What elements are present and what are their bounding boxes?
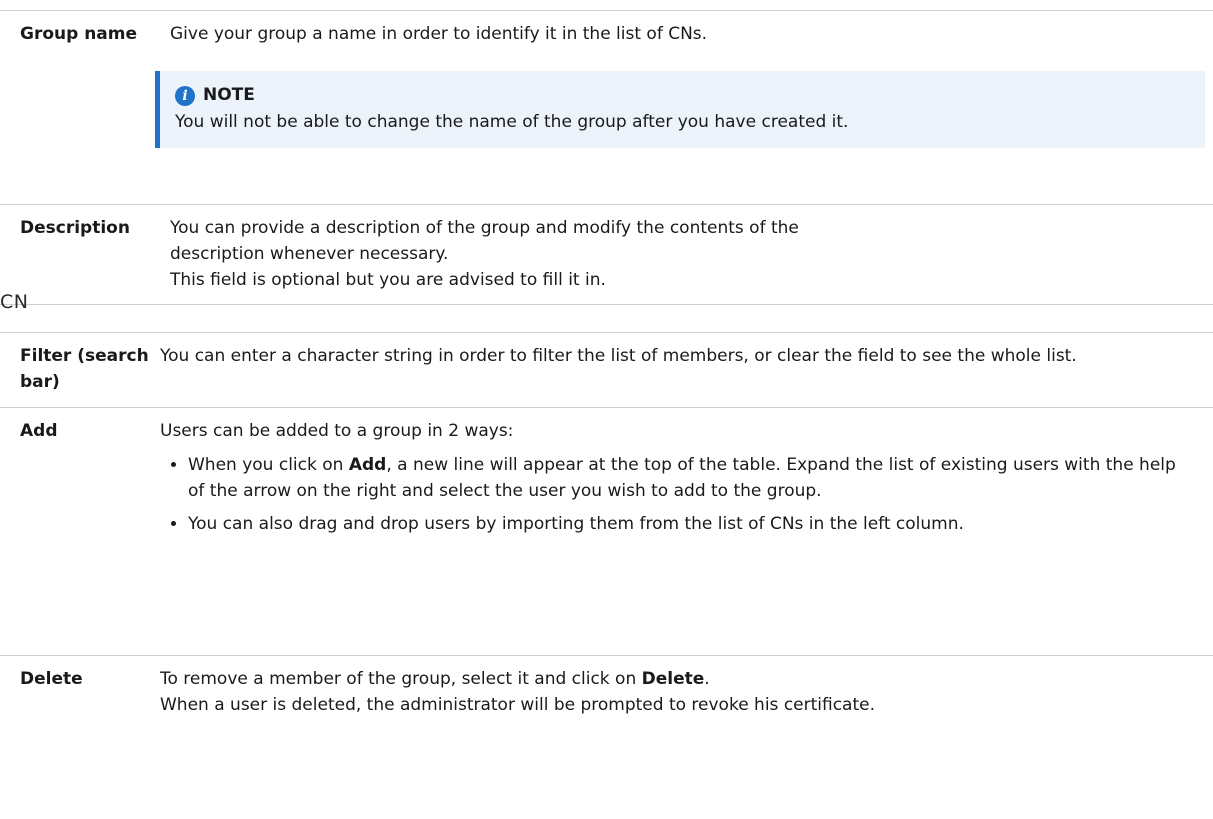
bullet-text: When you click on xyxy=(188,455,349,475)
table-row: Add Users can be added to a group in 2 w… xyxy=(0,408,1213,656)
description-line: You can provide a description of the gro… xyxy=(170,218,799,238)
description-line: To remove a member of the group, select … xyxy=(160,666,1213,692)
row-label: Delete xyxy=(20,669,83,689)
list-item: When you click on Add, a new line will a… xyxy=(188,452,1193,504)
row-description: To remove a member of the group, select … xyxy=(160,656,1213,729)
group-properties-table: Group name Give your group a name in ord… xyxy=(0,10,1213,305)
table-row: Group name Give your group a name in ord… xyxy=(0,10,1213,205)
list-item: You can also drag and drop users by impo… xyxy=(188,511,1193,537)
punctuation: . xyxy=(704,669,710,689)
note-title: NOTE xyxy=(203,85,255,105)
row-description: Give your group a name in order to ident… xyxy=(155,11,1213,205)
table-row: Filter (search bar) You can enter a char… xyxy=(0,332,1213,408)
note-text: You will not be able to change the name … xyxy=(175,112,849,132)
row-description: You can enter a character string in orde… xyxy=(160,346,1077,366)
note-header: i NOTE xyxy=(175,82,1189,109)
bullet-text: You can also drag and drop users by impo… xyxy=(188,514,964,534)
description-text: Give your group a name in order to ident… xyxy=(170,24,708,44)
row-label: Description xyxy=(20,218,130,238)
note-box: i NOTE You will not be able to change th… xyxy=(155,71,1205,148)
description-line: This field is optional but you are advis… xyxy=(170,270,606,290)
row-description: You can provide a description of the gro… xyxy=(170,205,1213,305)
bold-term: Add xyxy=(348,455,387,475)
info-circle-icon: i xyxy=(175,85,195,106)
table-row: Description You can provide a descriptio… xyxy=(0,205,1213,305)
description-text: To remove a member of the group, select … xyxy=(160,669,642,689)
description-line: When a user is deleted, the administrato… xyxy=(160,695,876,715)
row-description: Users can be added to a group in 2 ways:… xyxy=(160,408,1213,656)
description-line: description whenever necessary. xyxy=(170,244,449,264)
description-text: Users can be added to a group in 2 ways: xyxy=(160,421,514,441)
row-label: Filter (search bar) xyxy=(20,346,149,392)
bullet-list: When you click on Add, a new line will a… xyxy=(160,452,1213,537)
cn-properties-table: Filter (search bar) You can enter a char… xyxy=(0,332,1213,728)
table-row: Delete To remove a member of the group, … xyxy=(0,656,1213,729)
section-heading: CN xyxy=(0,291,29,313)
row-label: Group name xyxy=(20,24,138,44)
bold-term: Delete xyxy=(641,669,705,689)
row-label: Add xyxy=(20,421,58,441)
